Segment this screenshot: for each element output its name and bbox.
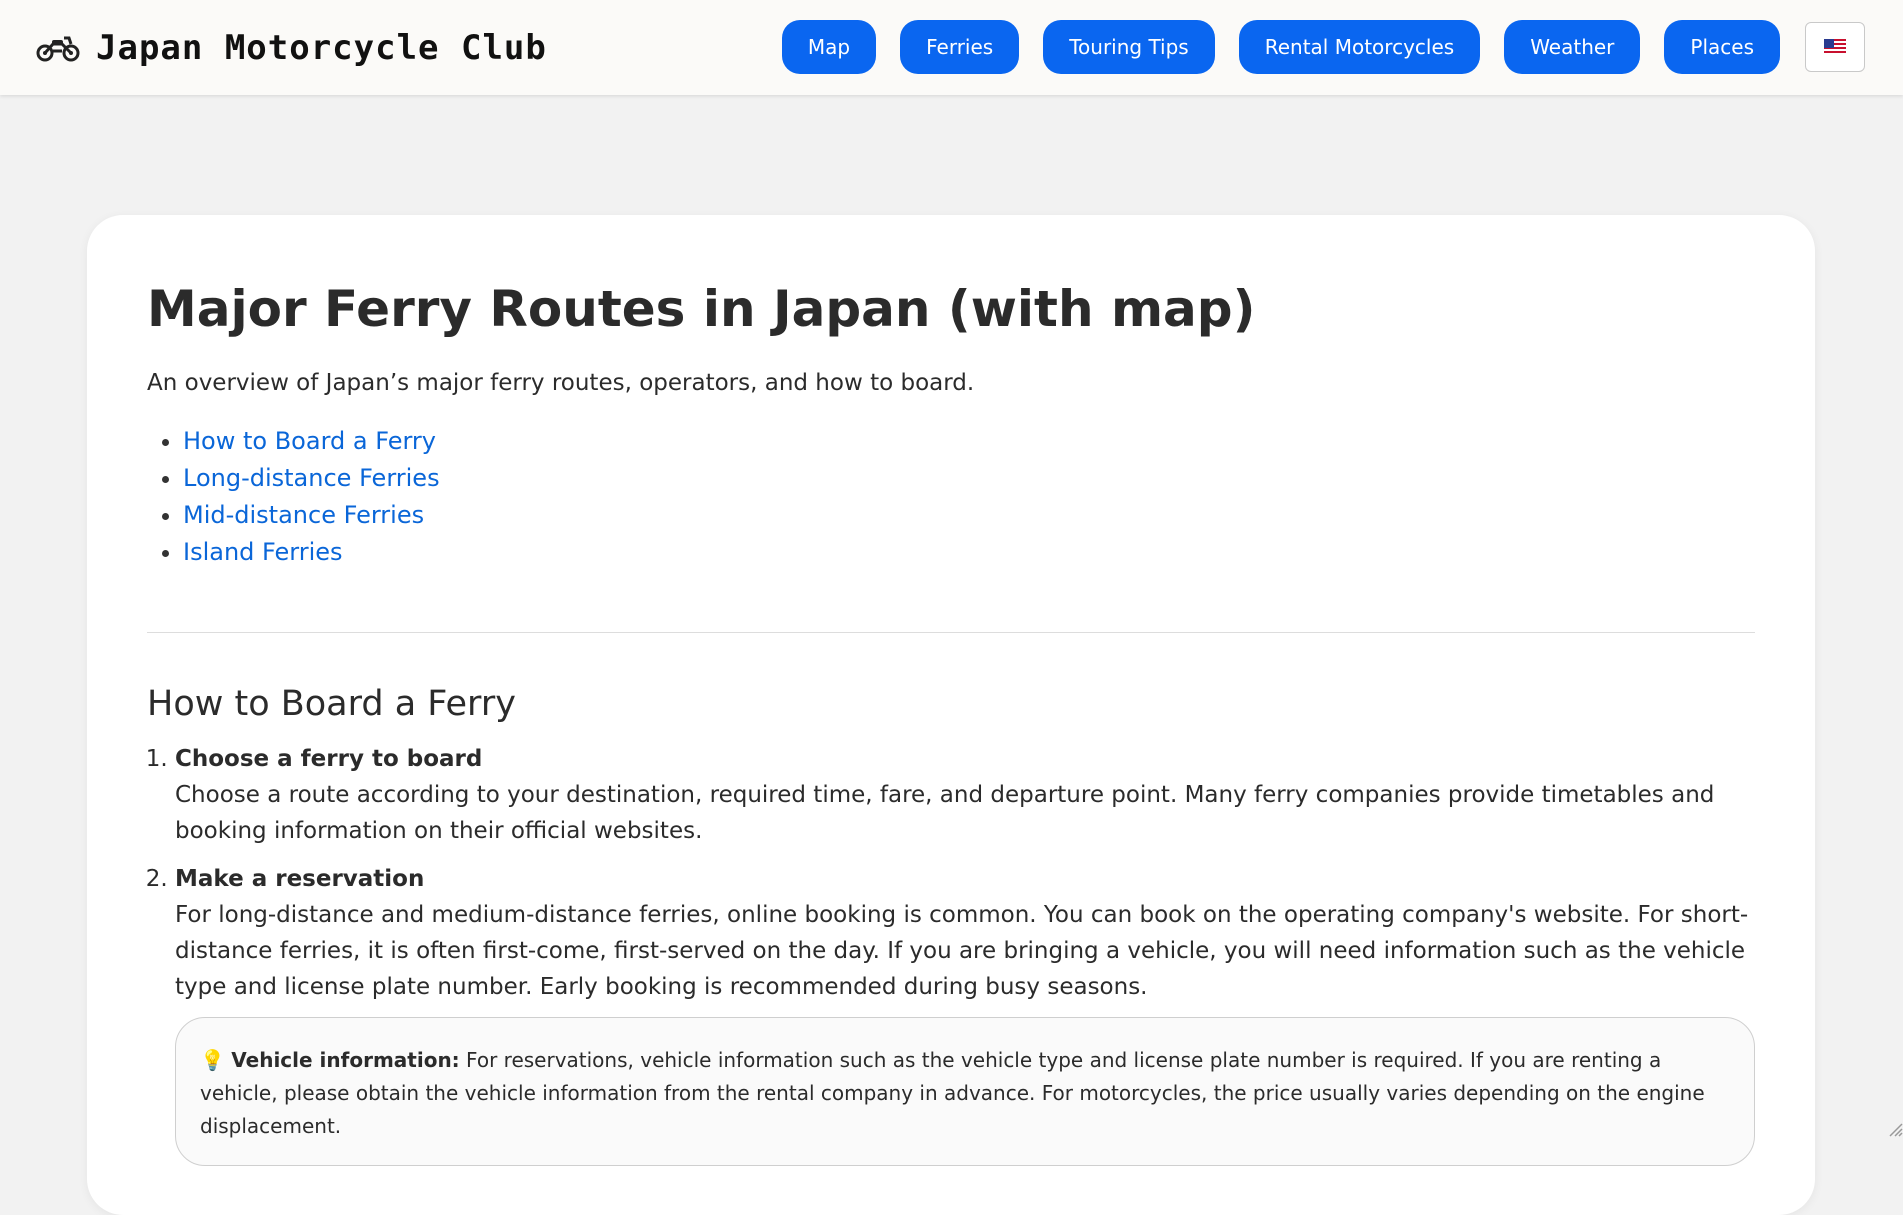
table-of-contents: How to Board a Ferry Long-distance Ferri… <box>147 423 1755 571</box>
nav-ferries-button[interactable]: Ferries <box>900 20 1019 74</box>
resize-grip-icon[interactable] <box>1885 1119 1903 1137</box>
nav-weather-button[interactable]: Weather <box>1504 20 1640 74</box>
article-card: Major Ferry Routes in Japan (with map) A… <box>87 215 1815 1215</box>
toc-link-mid-distance[interactable]: Mid-distance Ferries <box>183 501 424 529</box>
step-item: Choose a ferry to board Choose a route a… <box>175 741 1755 849</box>
toc-link-long-distance[interactable]: Long-distance Ferries <box>183 464 440 492</box>
motorcycle-icon <box>36 34 80 62</box>
nav-places-button[interactable]: Places <box>1664 20 1780 74</box>
lightbulb-icon: 💡 <box>200 1048 225 1072</box>
toc-item: Island Ferries <box>183 534 1755 571</box>
boarding-steps: Choose a ferry to board Choose a route a… <box>147 741 1755 1005</box>
section-title: How to Board a Ferry <box>147 683 1755 725</box>
section-divider <box>147 632 1755 633</box>
step-item: Make a reservation For long-distance and… <box>175 861 1755 1005</box>
article-content: Major Ferry Routes in Japan (with map) A… <box>147 279 1755 1166</box>
nav-rental-motorcycles-button[interactable]: Rental Motorcycles <box>1239 20 1480 74</box>
note-label: Vehicle information: <box>231 1048 459 1072</box>
step-body: Choose a route according to your destina… <box>175 782 1714 844</box>
step-title: Make a reservation <box>175 861 1755 897</box>
brand[interactable]: Japan Motorcycle Club <box>36 28 547 68</box>
toc-item: How to Board a Ferry <box>183 423 1755 460</box>
step-title: Choose a ferry to board <box>175 741 1755 777</box>
nav-map-button[interactable]: Map <box>782 20 876 74</box>
main-nav: Map Ferries Touring Tips Rental Motorcyc… <box>758 20 1865 74</box>
page-title: Major Ferry Routes in Japan (with map) <box>147 279 1755 339</box>
toc-item: Long-distance Ferries <box>183 460 1755 497</box>
page-intro: An overview of Japan’s major ferry route… <box>147 367 1755 399</box>
step-body: For long-distance and medium-distance fe… <box>175 902 1748 1000</box>
site-header: Japan Motorcycle Club Map Ferries Tourin… <box>0 0 1903 95</box>
toc-link-how-to-board[interactable]: How to Board a Ferry <box>183 427 436 455</box>
vehicle-info-note: 💡 Vehicle information: For reservations,… <box>175 1017 1755 1166</box>
toc-link-island[interactable]: Island Ferries <box>183 538 343 566</box>
nav-touring-tips-button[interactable]: Touring Tips <box>1043 20 1215 74</box>
toc-item: Mid-distance Ferries <box>183 497 1755 534</box>
us-flag-icon <box>1824 39 1846 55</box>
site-title: Japan Motorcycle Club <box>96 28 547 68</box>
language-selector-button[interactable] <box>1805 22 1865 72</box>
